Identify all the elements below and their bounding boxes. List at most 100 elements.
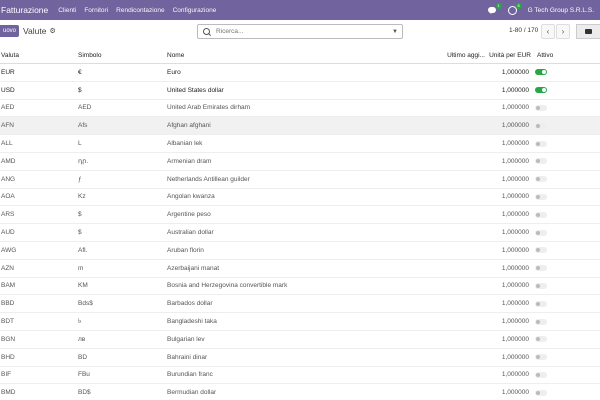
- cell-symbol: m: [78, 264, 84, 272]
- active-toggle[interactable]: [535, 354, 547, 361]
- menu-fornitori[interactable]: Fornitori: [84, 7, 108, 14]
- table-row[interactable]: AUD $ Australian dollar 1,000000: [0, 224, 600, 242]
- cell-name: Bahraini dinar: [167, 353, 208, 361]
- active-toggle[interactable]: [535, 371, 547, 378]
- cell-rate: 1,000000: [501, 175, 529, 183]
- active-toggle[interactable]: [535, 300, 547, 307]
- active-toggle[interactable]: [535, 336, 547, 343]
- cell-currency: BHD: [1, 353, 15, 361]
- cell-rate: 1,000000: [501, 264, 529, 272]
- menu-configurazione[interactable]: Configurazione: [173, 7, 217, 14]
- active-toggle[interactable]: [535, 140, 547, 147]
- pager-previous-button[interactable]: ‹: [541, 24, 555, 39]
- table-body: EUR € Euro 1,000000 USD $ United States dollar…: [0, 64, 600, 400]
- header-symbol[interactable]: Simbolo: [78, 52, 167, 59]
- table-row[interactable]: ALL L Albanian lek 1,000000: [0, 135, 600, 153]
- cell-rate: 1,000000: [501, 282, 529, 290]
- table-row[interactable]: ARS $ Argentine peso 1,000000: [0, 206, 600, 225]
- new-button[interactable]: uovo: [0, 25, 20, 37]
- cell-rate: 1,000000: [501, 211, 529, 219]
- cell-currency: BGN: [1, 335, 16, 343]
- cell-name: Netherlands Antillean guilder: [167, 175, 250, 183]
- table-row[interactable]: BBD Bds$ Barbados dollar 1,000000: [0, 295, 600, 314]
- active-toggle[interactable]: [535, 318, 547, 325]
- cell-active: [529, 282, 589, 289]
- header-currency[interactable]: Valuta: [0, 52, 78, 59]
- cell-active: [529, 354, 589, 361]
- table-row[interactable]: BMD BD$ Bermudian dollar 1,000000: [0, 384, 600, 400]
- active-toggle[interactable]: [535, 211, 547, 218]
- header-last-update[interactable]: Ultimo aggi...: [387, 52, 485, 59]
- table-row[interactable]: EUR € Euro 1,000000: [0, 64, 600, 82]
- table-row[interactable]: USD $ United States dollar 1,000000: [0, 82, 600, 100]
- cell-symbol: €: [78, 68, 82, 76]
- cell-currency: BAM: [1, 282, 16, 290]
- list-view-icon: [585, 29, 592, 34]
- cell-active: [529, 87, 589, 94]
- menu-clienti[interactable]: Clienti: [58, 7, 76, 14]
- table-row[interactable]: AMD դր. Armenian dram 1,000000: [0, 153, 600, 171]
- table-row[interactable]: BGN лв Bulgarian lev 1,000000: [0, 331, 600, 349]
- cell-name: Angolan kwanza: [167, 193, 215, 201]
- active-toggle[interactable]: [535, 193, 547, 200]
- cell-rate: 1,000000: [501, 140, 529, 148]
- app-name[interactable]: Fatturazione: [1, 5, 48, 15]
- cell-active: [529, 247, 589, 254]
- cell-symbol: Afl.: [78, 246, 88, 254]
- cell-active: [529, 140, 589, 147]
- search-input[interactable]: [216, 28, 386, 35]
- company-switcher[interactable]: G Tech Group S.R.L.S.: [528, 7, 594, 14]
- active-toggle[interactable]: [535, 247, 547, 254]
- cell-rate: 1,000000: [501, 229, 529, 237]
- gear-icon[interactable]: ⚙: [50, 27, 56, 35]
- cell-active: [529, 300, 589, 307]
- active-toggle[interactable]: [535, 229, 547, 236]
- cell-name: Afghan afghani: [167, 122, 211, 130]
- active-toggle[interactable]: [535, 389, 547, 396]
- active-toggle[interactable]: [535, 87, 547, 94]
- cell-name: Euro: [167, 68, 181, 76]
- cell-rate: 1,000000: [501, 193, 529, 201]
- currency-table: Valuta Simbolo Nome Ultimo aggi... Unità…: [0, 47, 600, 400]
- header-rate[interactable]: Unità per EUR: [485, 52, 531, 59]
- table-row[interactable]: AWG Afl. Aruban florin 1,000000: [0, 242, 600, 260]
- list-view-button[interactable]: [576, 24, 600, 39]
- table-row[interactable]: AFN Afs Afghan afghani 1,000000: [0, 117, 600, 136]
- cell-symbol: KM: [78, 282, 88, 290]
- table-row[interactable]: BAM KM Bosnia and Herzegovina convertible …: [0, 278, 600, 296]
- cell-symbol: ৳: [78, 318, 82, 326]
- activity-clock-icon[interactable]: 5: [507, 3, 522, 15]
- table-row[interactable]: BHD BD Bahraini dinar 1,000000: [0, 349, 600, 367]
- active-toggle[interactable]: [535, 104, 547, 111]
- pager-value[interactable]: 1-80 / 170: [509, 27, 538, 34]
- table-row[interactable]: ANG ƒ Netherlands Antillean guilder 1,00000…: [0, 171, 600, 189]
- table-row[interactable]: AZN m Azerbaijani manat 1,000000: [0, 260, 600, 278]
- cell-currency: AOA: [1, 193, 15, 201]
- cell-symbol: FBu: [78, 371, 90, 379]
- cell-symbol: L: [78, 140, 82, 148]
- cell-currency: AFN: [1, 122, 14, 130]
- active-toggle[interactable]: [535, 122, 547, 129]
- search-bar[interactable]: ▼: [197, 24, 403, 39]
- active-toggle[interactable]: [535, 158, 547, 165]
- active-toggle[interactable]: [535, 282, 547, 289]
- pager-next-button[interactable]: ›: [556, 24, 570, 39]
- search-icon: [202, 27, 212, 37]
- header-name[interactable]: Nome: [167, 52, 387, 59]
- cell-name: Bermudian dollar: [167, 389, 217, 397]
- header-active[interactable]: Attivo: [531, 52, 591, 59]
- table-row[interactable]: BDT ৳ Bangladeshi taka 1,000000: [0, 313, 600, 331]
- cell-symbol: лв: [78, 335, 86, 343]
- cell-symbol: Kz: [78, 193, 86, 201]
- active-toggle[interactable]: [535, 176, 547, 183]
- active-toggle[interactable]: [535, 265, 547, 272]
- chat-icon[interactable]: 1: [487, 3, 502, 15]
- active-toggle[interactable]: [535, 69, 547, 76]
- cell-symbol: BD$: [78, 389, 91, 397]
- table-row[interactable]: AED AED United Arab Emirates dirham 1,00000…: [0, 100, 600, 118]
- table-row[interactable]: AOA Kz Angolan kwanza 1,000000: [0, 189, 600, 207]
- cell-active: [529, 265, 589, 272]
- menu-rendicontazione[interactable]: Rendicontazione: [116, 7, 164, 14]
- table-row[interactable]: BIF FBu Burundian franc 1,000000: [0, 367, 600, 385]
- caret-down-icon[interactable]: ▼: [392, 29, 398, 35]
